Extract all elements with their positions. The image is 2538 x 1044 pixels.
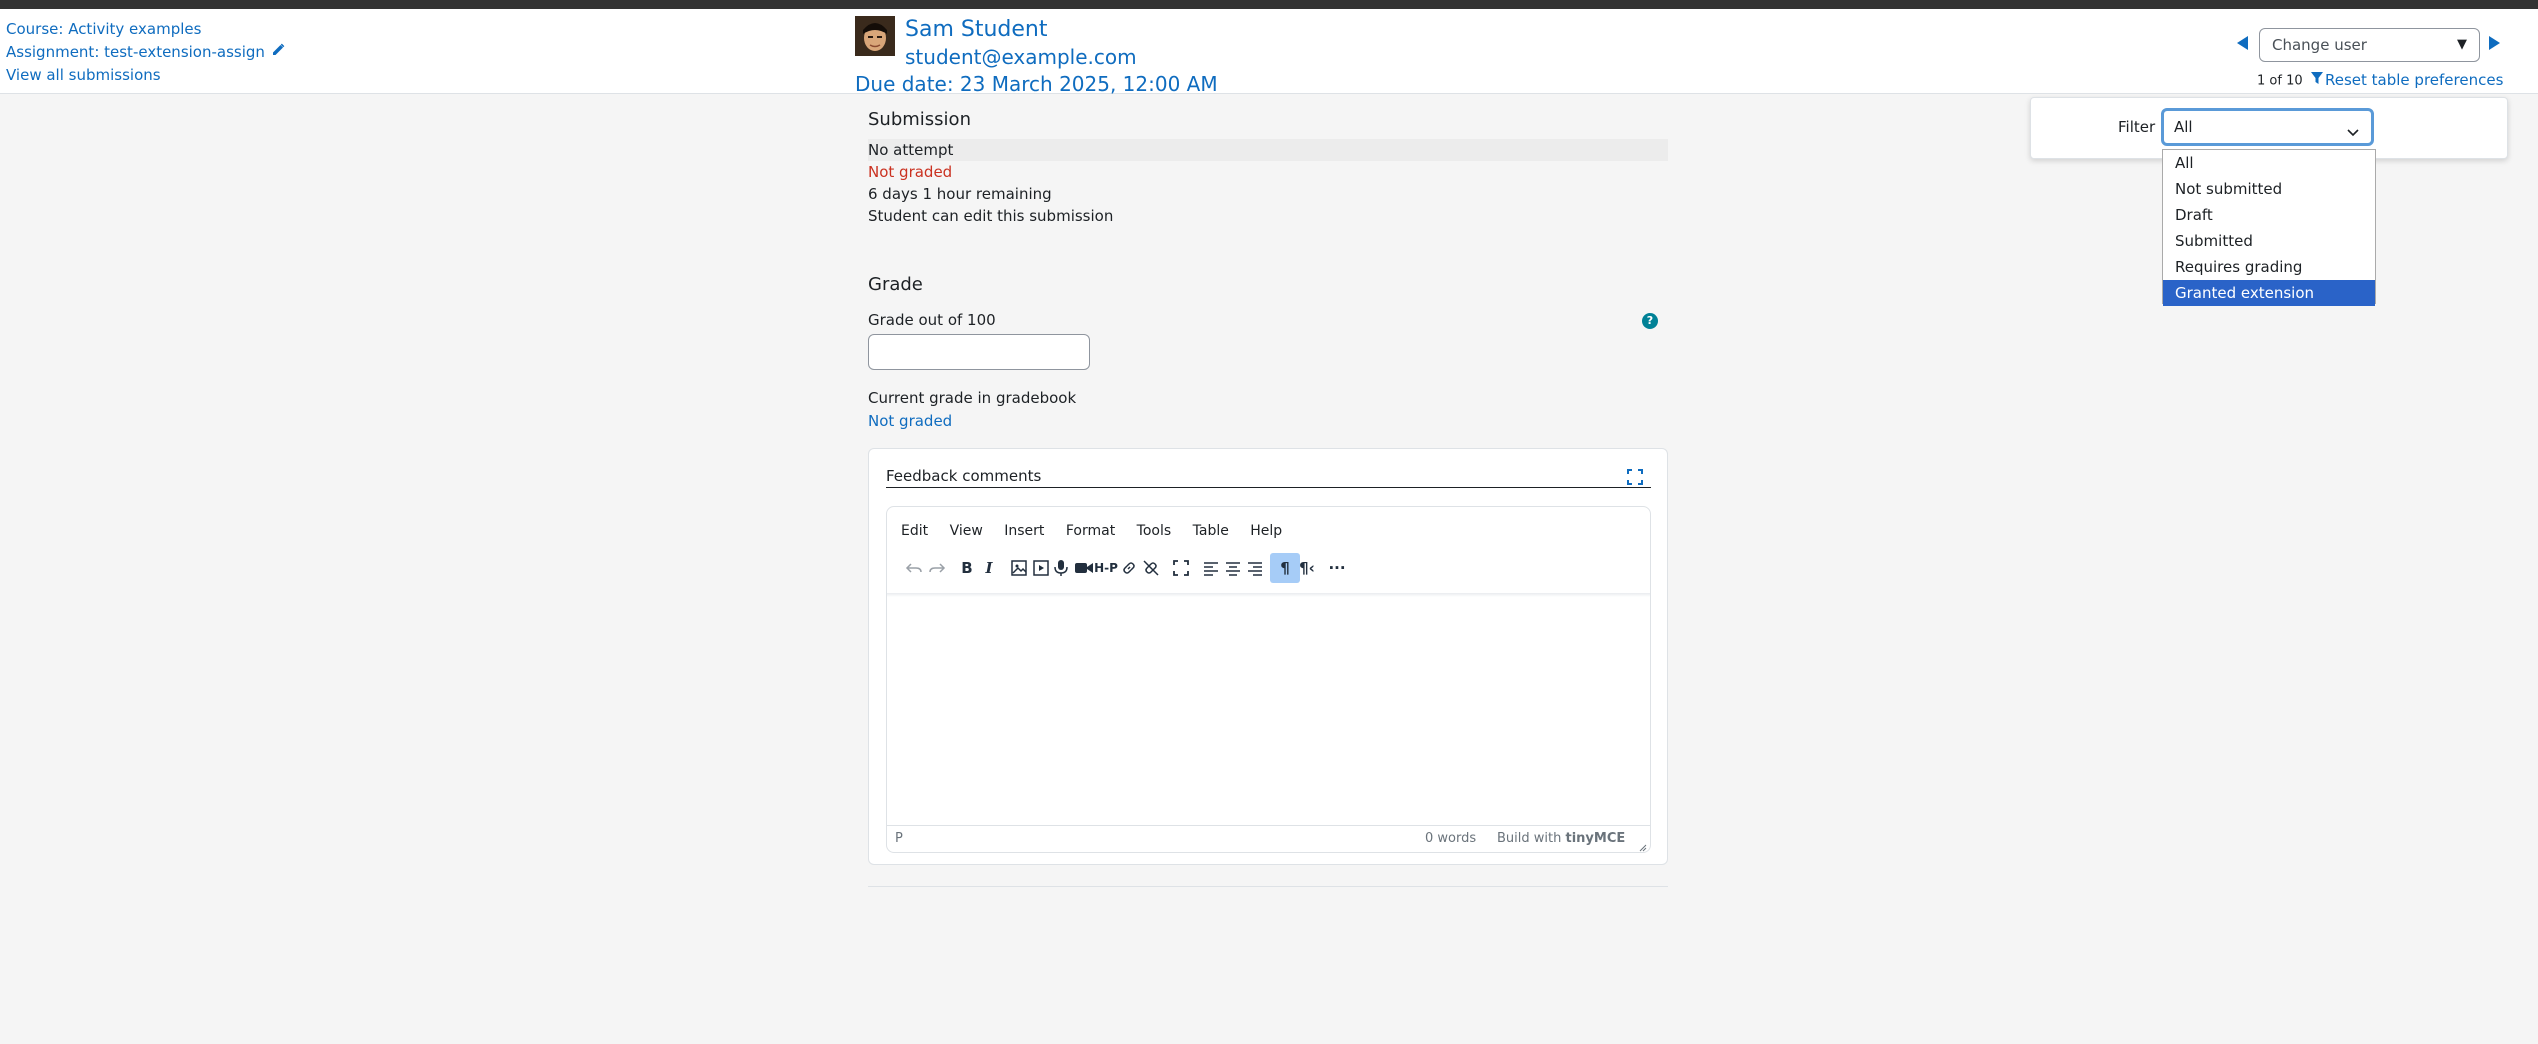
edit-status: Student can edit this submission	[868, 207, 1114, 225]
grader-header: Course: Activity examples Assignment: te…	[0, 9, 2538, 96]
filter-dropdown-list: All Not submitted Draft Submitted Requir…	[2162, 149, 2376, 306]
user-name[interactable]: Sam Student	[905, 15, 1047, 45]
due-date: Due date: 23 March 2025, 12:00 AM	[855, 72, 1218, 96]
rtl-icon[interactable]: ¶‹	[1292, 553, 1322, 583]
italic-icon[interactable]: I	[974, 553, 1004, 583]
menu-help[interactable]: Help	[1250, 523, 1282, 539]
reset-table-preferences-link[interactable]: Reset table preferences	[2325, 70, 2503, 90]
user-email[interactable]: student@example.com	[905, 43, 1137, 71]
submission-status: No attempt	[868, 139, 1668, 161]
filter-option-requires-grading[interactable]: Requires grading	[2163, 254, 2375, 280]
editor-toolbar-shadow	[887, 593, 1650, 597]
help-icon[interactable]: ?	[1642, 313, 1658, 329]
filter-label: Filter	[2118, 118, 2156, 136]
current-grade-value[interactable]: Not graded	[868, 411, 952, 431]
filter-option-not-submitted[interactable]: Not submitted	[2163, 176, 2375, 202]
submission-heading: Submission	[868, 109, 971, 130]
menu-table[interactable]: Table	[1193, 523, 1229, 539]
resize-handle-icon[interactable]	[1639, 841, 1647, 852]
view-all-submissions-link[interactable]: View all submissions	[6, 64, 285, 87]
filter-selected-value: All	[2174, 118, 2193, 136]
filter-option-submitted[interactable]: Submitted	[2163, 228, 2375, 254]
grading-status: Not graded	[868, 163, 953, 181]
menu-view[interactable]: View	[950, 523, 983, 539]
editor-statusbar: P 0 words Build with tinyMCE	[887, 825, 1650, 852]
branding-prefix: Build with	[1497, 831, 1562, 846]
top-bar	[0, 0, 2538, 9]
menu-insert[interactable]: Insert	[1004, 523, 1044, 539]
rich-text-editor: Edit View Insert Format Tools Table Help…	[886, 506, 1651, 853]
feedback-divider	[886, 487, 1651, 488]
menu-format[interactable]: Format	[1066, 523, 1115, 539]
branding-name: tinyMCE	[1565, 831, 1626, 846]
feedback-comments-section: Feedback comments Edit View Insert Forma…	[868, 448, 1668, 865]
filter-option-all[interactable]: All	[2163, 150, 2375, 176]
menu-tools[interactable]: Tools	[1137, 523, 1172, 539]
filter-option-draft[interactable]: Draft	[2163, 202, 2375, 228]
avatar[interactable]	[855, 16, 895, 56]
course-link[interactable]: Course: Activity examples	[6, 18, 285, 41]
filter-option-granted-extension[interactable]: Granted extension	[2163, 280, 2375, 306]
assignment-link[interactable]: Assignment: test-extension-assign	[6, 41, 285, 64]
chevron-down-icon	[2347, 123, 2359, 141]
redo-icon[interactable]	[922, 553, 952, 583]
align-right-icon[interactable]	[1240, 553, 1270, 583]
change-user-placeholder: Change user	[2272, 36, 2367, 54]
previous-user-icon[interactable]	[2233, 33, 2253, 53]
filter-select[interactable]: All	[2161, 108, 2374, 146]
section-divider	[868, 886, 1668, 887]
filter-funnel-icon[interactable]	[2310, 71, 2324, 91]
change-user-select[interactable]: Change user ▼	[2259, 28, 2480, 62]
pager: 1 of 10	[2257, 71, 2324, 91]
current-grade-label: Current grade in gradebook	[868, 389, 1077, 407]
grade-heading: Grade	[868, 274, 923, 295]
pencil-icon[interactable]	[271, 41, 285, 64]
header-links: Course: Activity examples Assignment: te…	[6, 18, 285, 87]
grade-label: Grade out of 100	[868, 311, 996, 329]
expand-icon[interactable]	[1627, 469, 1643, 485]
element-path[interactable]: P	[895, 831, 903, 846]
caret-down-icon: ▼	[2457, 37, 2467, 52]
unlink-icon[interactable]	[1136, 553, 1166, 583]
pager-text: 1 of 10	[2257, 73, 2303, 89]
editor-menubar: Edit View Insert Format Tools Table Help	[901, 521, 1299, 541]
editor-toolbar: B I H-P ¶ ¶‹ ···	[899, 553, 1639, 583]
assignment-link-label: Assignment: test-extension-assign	[6, 43, 265, 61]
fullscreen-icon[interactable]	[1166, 553, 1196, 583]
branding[interactable]: Build with tinyMCE	[1497, 831, 1625, 846]
more-icon[interactable]: ···	[1322, 553, 1352, 583]
time-remaining: 6 days 1 hour remaining	[868, 185, 1052, 203]
feedback-title: Feedback comments	[886, 467, 1042, 485]
word-count[interactable]: 0 words	[1425, 831, 1476, 846]
next-user-icon[interactable]	[2484, 33, 2504, 53]
grade-input[interactable]	[868, 334, 1090, 370]
menu-edit[interactable]: Edit	[901, 523, 928, 539]
